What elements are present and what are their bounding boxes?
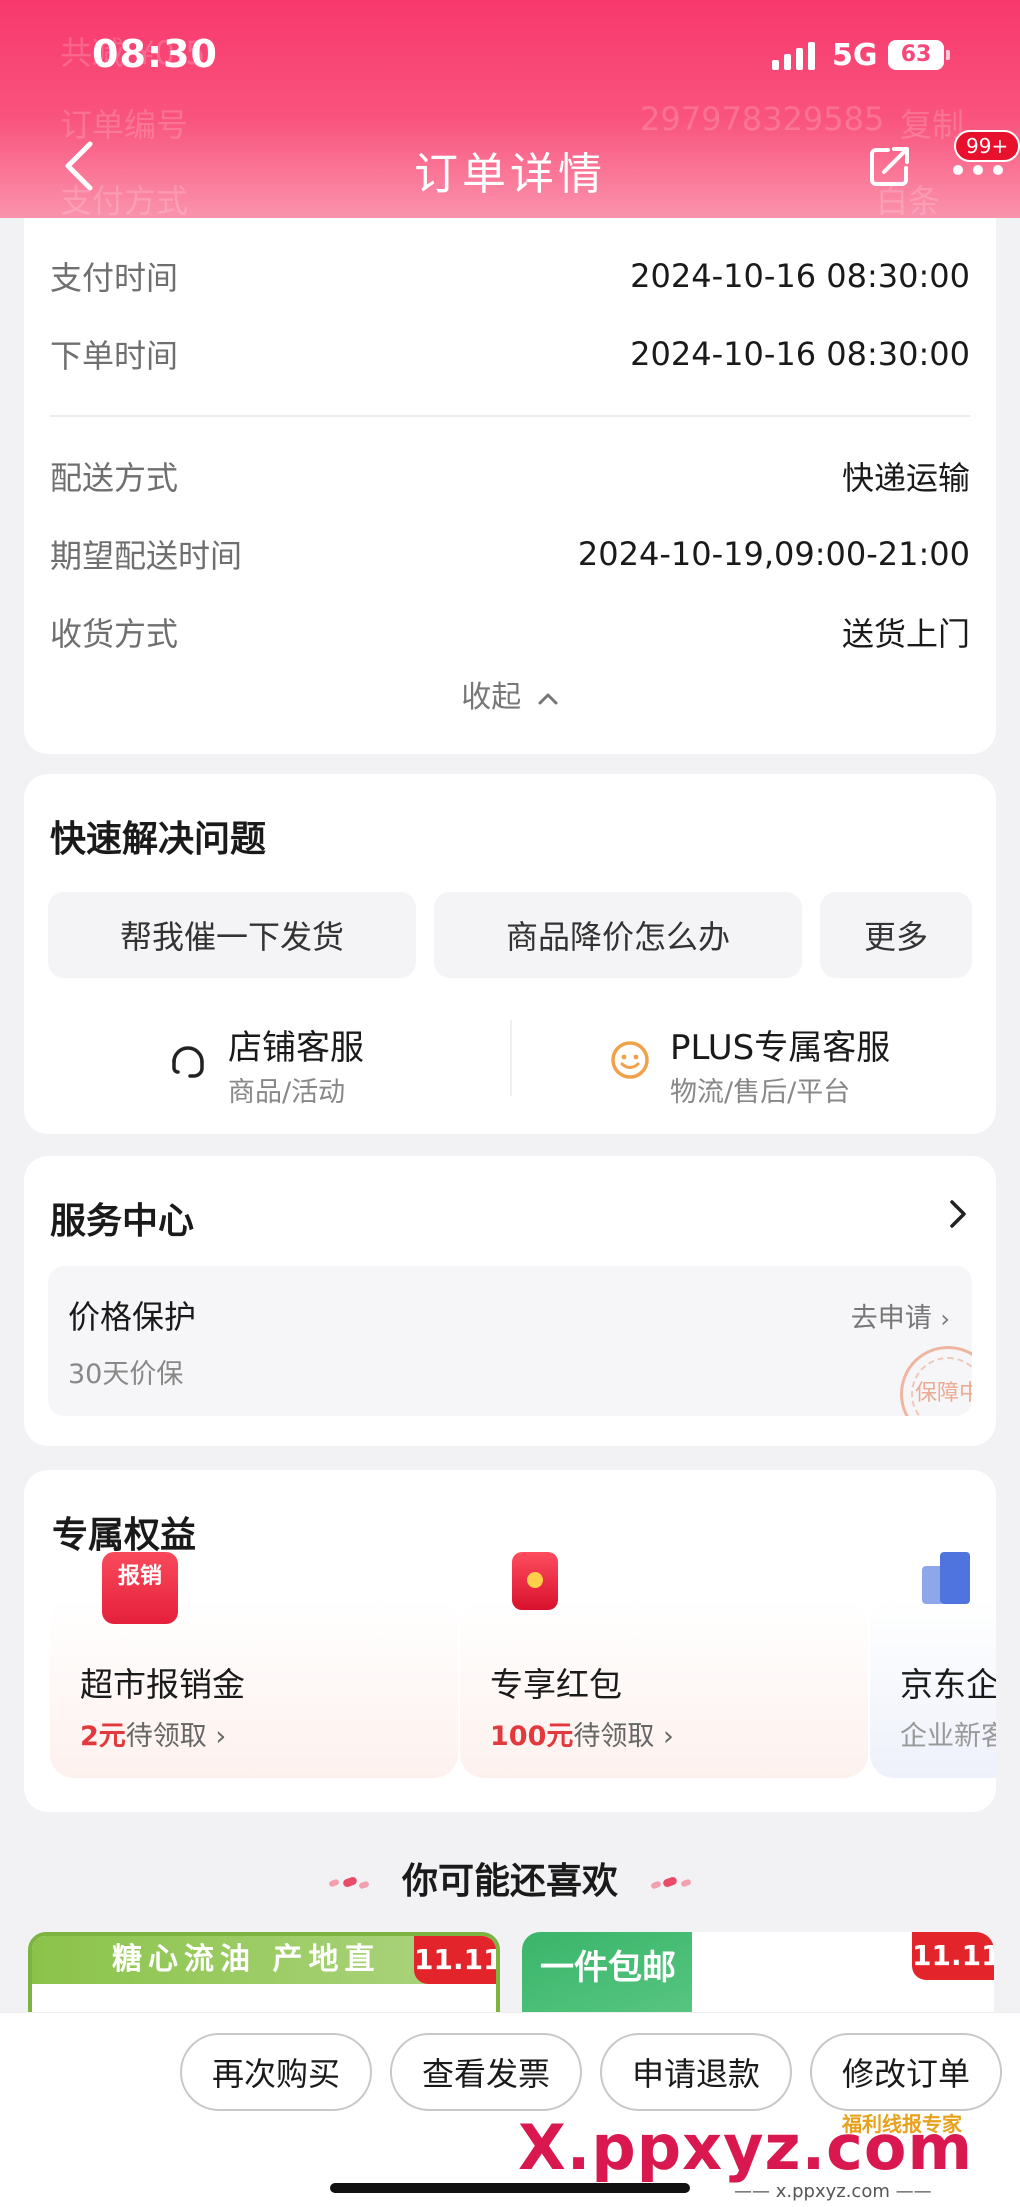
chip-more[interactable]: 更多 — [820, 892, 972, 978]
info-label: 配送方式 — [50, 459, 179, 497]
info-value: 2024-10-16 08:30:00 — [630, 257, 970, 295]
reimburse-icon: 报销 — [102, 1552, 178, 1624]
shop-service-button[interactable]: 店铺客服 商品/活动 — [166, 1014, 466, 1108]
signal-icon — [772, 40, 815, 70]
benefits-title: 专属权益 — [52, 1515, 197, 1556]
recommend-title: 你可能还喜欢 — [401, 1861, 618, 1902]
buy-again-button[interactable]: 再次购买 — [180, 2033, 372, 2111]
benefit-name: 京东企 — [900, 1665, 996, 1704]
apply-link[interactable]: 去申请 › — [851, 1296, 950, 1335]
watermark-url: —— x.ppxyz.com —— — [734, 2181, 932, 2202]
benefit-sub: 100元待领取 › — [490, 1721, 674, 1752]
red-packet-icon — [512, 1552, 558, 1610]
benefits-card: 专属权益 报销 超市报销金 2元待领取 › 专享红包 100元待领取 › 京东企… — [24, 1470, 996, 1812]
collapse-button[interactable]: 收起 — [24, 672, 996, 716]
building-icon — [922, 1552, 972, 1604]
info-label: 期望配送时间 — [50, 537, 243, 575]
benefit-red-packet[interactable]: 专享红包 100元待领取 › — [460, 1552, 868, 1778]
message-badge: 99+ — [954, 130, 1020, 162]
benefit-name: 专享红包 — [490, 1665, 622, 1704]
benefit-name: 超市报销金 — [80, 1665, 245, 1704]
plus-service-sub: 物流/售后/平台 — [670, 1077, 851, 1108]
watermark-tagline: 福利线报专家 — [842, 2112, 962, 2136]
sparkle-left-icon — [329, 1876, 370, 1889]
modify-order-button[interactable]: 修改订单 — [810, 2033, 1002, 2111]
guarantee-stamp: 保障中 — [900, 1346, 972, 1416]
chevron-up-icon — [538, 693, 558, 704]
share-icon[interactable] — [866, 142, 914, 190]
price-protection-item[interactable]: 价格保护 30天价保 去申请 › 保障中 — [48, 1266, 972, 1416]
info-value: 送货上门 — [841, 615, 970, 653]
apply-label: 去申请 — [850, 1303, 932, 1334]
nav-bar: 订单详情 99+ — [0, 118, 1020, 214]
info-label: 收货方式 — [50, 615, 179, 653]
info-row-expected-time: 期望配送时间 2024-10-19,09:00-21:00 — [50, 526, 970, 582]
chip-price-drop[interactable]: 商品降价怎么办 — [434, 892, 802, 978]
benefit-sub: 企业新客 — [900, 1721, 996, 1752]
sparkle-right-icon — [650, 1876, 691, 1889]
quick-help-card: 快速解决问题 帮我催一下发货 商品降价怎么办 更多 店铺客服 商品/活动 PLU… — [24, 774, 996, 1134]
collapse-label: 收起 — [461, 680, 522, 715]
headset-icon — [172, 1046, 204, 1078]
status-time: 08:30 — [92, 32, 218, 76]
chevron-right-small-icon: › — [215, 1721, 227, 1752]
chevron-right-small-icon: › — [662, 1721, 674, 1752]
double-eleven-tag: 11.11 — [414, 1936, 496, 1984]
quick-help-title: 快速解决问题 — [50, 819, 267, 860]
info-label: 下单时间 — [50, 337, 179, 375]
chip-urge-shipping[interactable]: 帮我催一下发货 — [48, 892, 416, 978]
plus-service-name: PLUS专属客服 — [670, 1028, 891, 1068]
info-value: 2024-10-16 08:30:00 — [630, 335, 970, 373]
status-bar: 08:30 5G 63 — [0, 0, 1020, 112]
shop-service-name: 店铺客服 — [228, 1028, 364, 1068]
bottom-action-bar: 再次购买 查看发票 申请退款 修改订单 X.ppxyz.com 福利线报专家 —… — [0, 2012, 1020, 2207]
info-label: 支付时间 — [50, 259, 179, 297]
info-value: 2024-10-19,09:00-21:00 — [577, 535, 970, 573]
info-row-delivery-method: 配送方式 快递运输 — [50, 448, 970, 504]
network-type: 5G — [832, 38, 878, 73]
info-value: 快递运输 — [841, 459, 970, 497]
vertical-divider — [510, 1020, 512, 1096]
benefit-supermarket[interactable]: 报销 超市报销金 2元待领取 › — [50, 1552, 458, 1778]
request-refund-button[interactable]: 申请退款 — [600, 2033, 792, 2111]
double-eleven-tag: 11.11 — [912, 1932, 994, 1980]
view-invoice-button[interactable]: 查看发票 — [390, 2033, 582, 2111]
header: 共减 ¥0.5 订单编号 297978329585 复制 支付方式 白条 08:… — [0, 0, 1020, 218]
benefit-enterprise[interactable]: 京东企 企业新客 — [870, 1552, 996, 1778]
smile-service-icon — [611, 1041, 649, 1079]
recommend-heading: 你可能还喜欢 — [0, 1852, 1020, 1904]
home-indicator — [330, 2183, 690, 2193]
info-row-pay-time: 支付时间 2024-10-16 08:30:00 — [50, 248, 970, 304]
battery-icon: 63 — [888, 40, 950, 70]
service-center-title: 服务中心 — [50, 1201, 195, 1242]
divider — [50, 415, 970, 417]
plus-service-button[interactable]: PLUS专属客服 物流/售后/平台 — [608, 1014, 968, 1108]
benefit-sub: 2元待领取 › — [80, 1721, 227, 1752]
price-protection-sub: 30天价保 — [68, 1359, 184, 1390]
chevron-right-small-icon: › — [940, 1305, 950, 1333]
service-center-card: 服务中心 价格保护 30天价保 去申请 › 保障中 — [24, 1156, 996, 1446]
chevron-right-icon[interactable] — [946, 1198, 970, 1230]
info-row-order-time: 下单时间 2024-10-16 08:30:00 — [50, 326, 970, 382]
shop-service-sub: 商品/活动 — [228, 1077, 346, 1108]
order-info-card: 支付时间 2024-10-16 08:30:00 下单时间 2024-10-16… — [24, 150, 996, 754]
info-row-receive-method: 收货方式 送货上门 — [50, 604, 970, 660]
price-protection-title: 价格保护 — [68, 1298, 197, 1336]
